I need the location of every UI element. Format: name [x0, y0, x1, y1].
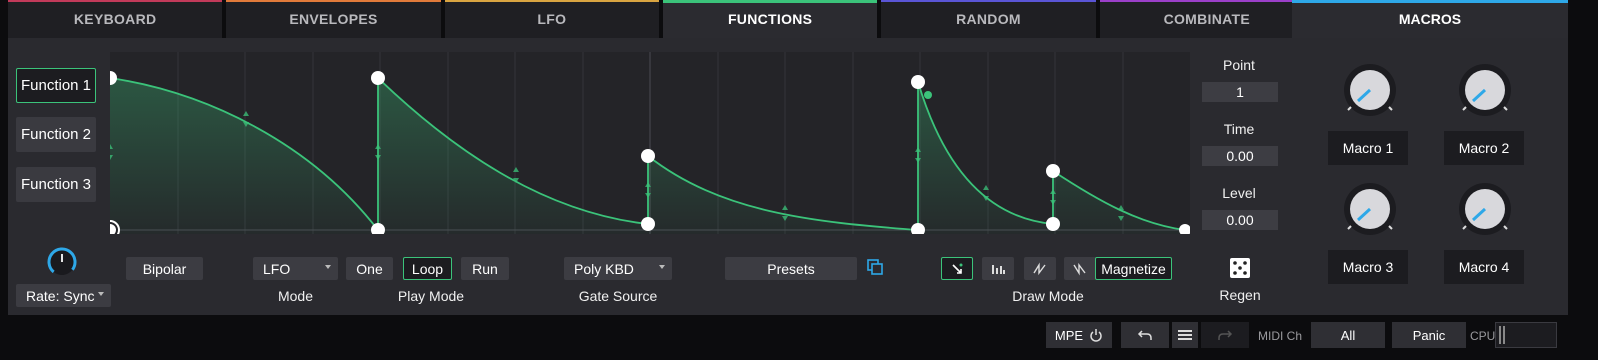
mode-label: Mode — [277, 288, 314, 304]
dice-icon[interactable] — [1229, 257, 1251, 279]
level-label: Level — [1222, 185, 1256, 201]
cursor-icon — [952, 263, 963, 274]
cpu-meter — [1495, 322, 1557, 348]
presets-button[interactable]: Presets — [725, 257, 857, 280]
point-label: Point — [1223, 57, 1255, 73]
magnetize-button[interactable]: Magnetize — [1095, 257, 1172, 280]
cursor-point — [924, 91, 932, 99]
point-field[interactable]: 1 — [1202, 82, 1278, 102]
macro-4-knob[interactable] — [1457, 181, 1513, 237]
function-2-button[interactable]: Function 2 — [16, 117, 96, 152]
bipolar-button[interactable]: Bipolar — [126, 257, 203, 280]
redo-icon — [1218, 330, 1233, 340]
tab-combinate[interactable]: COMBINATE — [1099, 0, 1315, 38]
function-3-button[interactable]: Function 3 — [16, 167, 96, 202]
cpu-meter-bar — [1499, 326, 1501, 344]
draw-mode-steps[interactable] — [982, 257, 1014, 280]
gate-source-label: Gate Source — [578, 288, 658, 304]
macro-3-knob[interactable] — [1342, 181, 1398, 237]
ramp-up-icon — [1033, 262, 1046, 275]
macro-1-knob[interactable] — [1342, 62, 1398, 118]
function-1-button[interactable]: Function 1 — [16, 68, 96, 103]
play-run-button[interactable]: Run — [461, 257, 509, 280]
regen-label[interactable]: Regen — [1210, 287, 1270, 303]
rate-knob[interactable] — [46, 246, 78, 278]
panic-button[interactable]: Panic — [1392, 322, 1466, 348]
tab-random[interactable]: RANDOM — [881, 0, 1096, 38]
mode-value: LFO — [263, 260, 291, 277]
undo-button[interactable] — [1121, 322, 1169, 348]
tab-envelopes[interactable]: ENVELOPES — [226, 0, 441, 38]
undo-icon — [1137, 330, 1152, 340]
tab-label: ENVELOPES — [289, 11, 378, 27]
draw-mode-ramp-up[interactable] — [1024, 257, 1056, 280]
play-mode-label: Play Mode — [397, 288, 465, 304]
play-loop-button[interactable]: Loop — [403, 257, 452, 280]
tab-label: KEYBOARD — [73, 11, 157, 27]
tab-keyboard[interactable]: KEYBOARD — [8, 0, 223, 38]
macro-3-label[interactable]: Macro 3 — [1328, 250, 1408, 284]
time-field[interactable]: 0.00 — [1202, 146, 1278, 166]
draw-mode-select[interactable] — [941, 257, 973, 280]
rate-value: Rate: Sync — [26, 287, 95, 304]
macro-1-label[interactable]: Macro 1 — [1328, 131, 1408, 165]
level-field[interactable]: 0.00 — [1202, 210, 1278, 230]
tab-label: COMBINATE — [1163, 11, 1251, 27]
mpe-button[interactable]: MPE — [1046, 322, 1112, 348]
steps-icon — [992, 264, 1005, 274]
midi-ch-label: MIDI Ch — [1258, 329, 1303, 343]
functions-panel: Function 1 Function 2 Function 3 Rate: S… — [8, 38, 1314, 315]
macros-panel: Macro 1 Macro 2 Macro 3 Macro 4 — [1292, 38, 1568, 315]
draw-mode-ramp-down[interactable] — [1064, 257, 1096, 280]
gate-source-value: Poly KBD — [574, 260, 634, 277]
chevron-down-icon — [98, 292, 104, 296]
mode-dropdown[interactable]: LFO — [253, 257, 338, 280]
tab-bar: KEYBOARD ENVELOPES LFO FUNCTIONS RANDOM … — [8, 0, 1315, 38]
macro-4-label[interactable]: Macro 4 — [1444, 250, 1524, 284]
play-one-button[interactable]: One — [346, 257, 393, 280]
mpe-label: MPE — [1054, 327, 1084, 343]
draw-mode-label: Draw Mode — [1012, 288, 1084, 304]
tab-lfo[interactable]: LFO — [444, 0, 660, 38]
copy-icon[interactable] — [866, 258, 884, 276]
rate-dropdown[interactable]: Rate: Sync — [16, 284, 111, 307]
midi-ch-dropdown[interactable]: All — [1311, 322, 1385, 348]
macro-2-label[interactable]: Macro 2 — [1444, 131, 1524, 165]
hamburger-icon — [1178, 330, 1192, 340]
gate-source-dropdown[interactable]: Poly KBD — [564, 257, 672, 280]
tab-label: RANDOM — [956, 11, 1021, 27]
cpu-label: CPU — [1470, 329, 1496, 343]
ramp-down-icon — [1073, 262, 1086, 275]
power-icon — [1090, 329, 1102, 342]
cpu-meter-bar — [1503, 326, 1505, 344]
redo-button[interactable] — [1201, 322, 1249, 348]
menu-button[interactable] — [1172, 322, 1198, 348]
function-graph[interactable] — [110, 52, 1190, 234]
tab-label: MACROS — [1398, 11, 1462, 27]
chevron-down-icon — [659, 265, 665, 269]
tab-macros[interactable]: MACROS — [1292, 0, 1568, 38]
tab-label: FUNCTIONS — [727, 11, 813, 27]
tab-label: LFO — [537, 11, 567, 27]
macro-2-knob[interactable] — [1457, 62, 1513, 118]
time-label: Time — [1223, 121, 1255, 137]
chevron-down-icon — [325, 265, 331, 269]
tab-functions[interactable]: FUNCTIONS — [662, 0, 878, 38]
